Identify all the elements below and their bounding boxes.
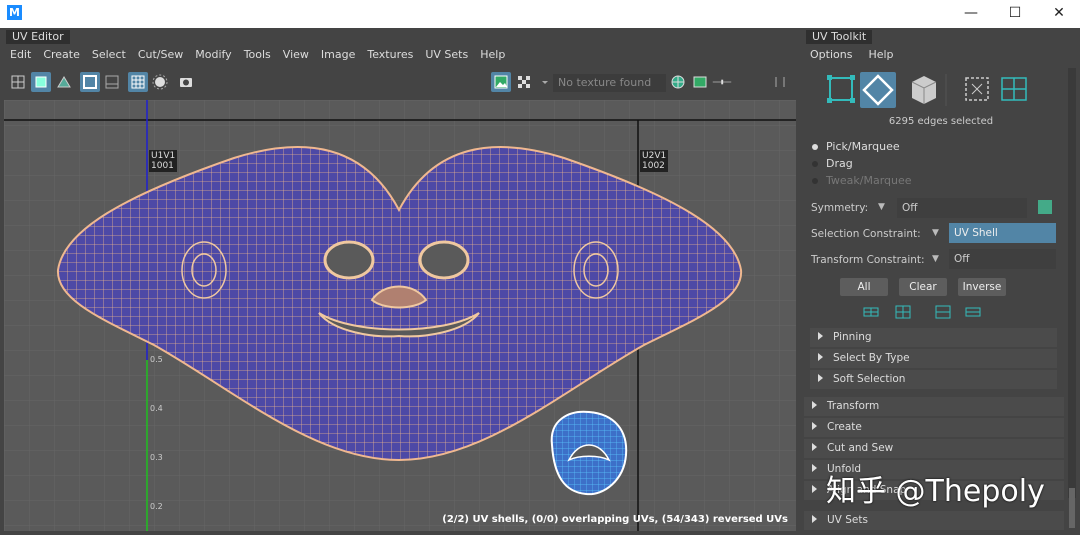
texture-borders-icon[interactable] — [80, 72, 100, 92]
axis-tick: 0.4 — [150, 404, 163, 413]
menu-uv-sets[interactable]: UV Sets — [419, 46, 474, 64]
chevron-down-icon[interactable]: ▼ — [878, 202, 885, 212]
menu-textures[interactable]: Textures — [361, 46, 419, 64]
inverse-selection-button[interactable]: Inverse — [958, 278, 1006, 296]
checker-tiles-icon[interactable] — [514, 72, 534, 92]
texture-field: No texture found — [553, 74, 666, 92]
select-all-button[interactable]: All — [840, 278, 888, 296]
radio-pick-marquee[interactable]: Pick/Marquee — [812, 140, 900, 153]
transform-constraint-label: Transform Constraint: — [811, 254, 925, 266]
uv-grid-mode-icon[interactable] — [1001, 77, 1027, 101]
udim-label-1001: U1V1 1001 — [149, 150, 178, 172]
face-mode-icon[interactable] — [911, 76, 937, 104]
menu-create[interactable]: Create — [37, 46, 86, 64]
uv-viewport[interactable]: U1V1 1001 U2V1 1002 0.5 0.4 0.3 0.2 (2/2) … — [4, 100, 796, 531]
udim-label-1002: U2V1 1002 — [640, 150, 669, 172]
menu-modify[interactable]: Modify — [189, 46, 237, 64]
dim-image-icon[interactable] — [102, 72, 122, 92]
selection-mode-icons — [827, 72, 1027, 108]
chevron-down-icon[interactable]: ▼ — [932, 254, 939, 264]
select-shortest-edge-icon[interactable] — [965, 307, 981, 317]
section-transform[interactable]: Transform — [804, 397, 1064, 416]
grid-toggle-icon[interactable] — [8, 72, 28, 92]
uv-toolkit-title: UV Toolkit — [806, 30, 873, 44]
shrink-selection-icon[interactable] — [895, 305, 911, 319]
selection-count: 6295 edges selected — [888, 116, 994, 127]
selection-tool-icons — [863, 305, 981, 319]
axis-tick: 0.5 — [150, 355, 163, 364]
uv-distortion-icon[interactable] — [54, 72, 74, 92]
menu-help[interactable]: Help — [860, 46, 901, 64]
section-uv-sets[interactable]: UV Sets — [804, 511, 1064, 530]
maximize-button[interactable]: ☐ — [1004, 3, 1026, 23]
section-pinning[interactable]: Pinning — [810, 328, 1057, 347]
menu-view[interactable]: View — [277, 46, 315, 64]
shaded-uv-icon[interactable] — [31, 72, 51, 92]
maya-logo-icon: M — [7, 5, 22, 20]
vertex-mode-icon[interactable] — [827, 75, 855, 103]
window-titlebar: M — ☐ ✕ — [0, 0, 1080, 28]
uv-status-text: (2/2) UV shells, (0/0) overlapping UVs, … — [442, 514, 788, 525]
toolkit-scrollbar[interactable] — [1068, 68, 1076, 528]
uv-toolkit-menubar: Options Help — [802, 46, 902, 64]
uv-editor-panel: UV Editor Edit Create Select Cut/Sew Mod… — [0, 28, 800, 535]
uv-editor-title: UV Editor — [6, 30, 70, 44]
selection-constraint-dropdown[interactable]: UV Shell — [949, 223, 1056, 243]
grow-selection-icon[interactable] — [863, 307, 879, 317]
symmetry-dropdown[interactable]: Off — [897, 198, 1027, 218]
axis-tick: 0.3 — [150, 453, 163, 462]
chevron-down-icon[interactable]: ▼ — [932, 228, 939, 238]
menu-select[interactable]: Select — [86, 46, 132, 64]
section-cut-and-sew[interactable]: Cut and Sew — [804, 439, 1064, 458]
uv-grid-icon[interactable] — [128, 72, 148, 92]
menu-tools[interactable]: Tools — [238, 46, 277, 64]
menu-edit[interactable]: Edit — [4, 46, 37, 64]
menu-cut-sew[interactable]: Cut/Sew — [132, 46, 189, 64]
section-soft-selection[interactable]: Soft Selection — [810, 370, 1057, 389]
menu-help[interactable]: Help — [474, 46, 511, 64]
select-border-icon[interactable] — [935, 305, 951, 319]
snapshot-camera-icon[interactable] — [176, 72, 196, 92]
section-create[interactable]: Create — [804, 418, 1064, 437]
symmetry-label: Symmetry: — [811, 202, 869, 214]
clear-selection-button[interactable]: Clear — [899, 278, 947, 296]
menu-options[interactable]: Options — [802, 46, 860, 64]
selection-constraint-label: Selection Constraint: — [811, 228, 921, 240]
watermark-text: 知乎 @Thepoly — [826, 474, 1045, 509]
uv-shell-mode-icon[interactable] — [965, 77, 989, 101]
gamma-icon[interactable] — [770, 72, 790, 92]
close-button[interactable]: ✕ — [1048, 3, 1070, 23]
display-image-icon[interactable] — [491, 72, 511, 92]
transform-constraint-dropdown[interactable]: Off — [949, 249, 1056, 269]
axis-tick: 0.2 — [150, 502, 163, 511]
image-icon[interactable] — [690, 72, 710, 92]
section-select-by-type[interactable]: Select By Type — [810, 349, 1057, 368]
chevron-down-icon[interactable] — [535, 72, 548, 92]
radio-drag[interactable]: Drag — [812, 157, 853, 170]
uv-editor-toolbar — [0, 68, 800, 96]
exposure-slider[interactable] — [712, 72, 764, 92]
radio-tweak-marquee: Tweak/Marquee — [812, 174, 912, 187]
uv-grid-canvas — [4, 100, 796, 531]
isolate-select-icon[interactable] — [150, 72, 170, 92]
menu-image[interactable]: Image — [315, 46, 361, 64]
edge-mode-icon[interactable] — [860, 72, 896, 108]
minimize-button[interactable]: — — [960, 3, 982, 23]
globe-icon[interactable] — [668, 72, 688, 92]
symmetry-axis-icon[interactable] — [1038, 200, 1052, 214]
uv-toolkit-panel: UV Toolkit Options Help 6295 edges selec… — [802, 28, 1080, 535]
uv-editor-menubar: Edit Create Select Cut/Sew Modify Tools … — [4, 46, 511, 64]
